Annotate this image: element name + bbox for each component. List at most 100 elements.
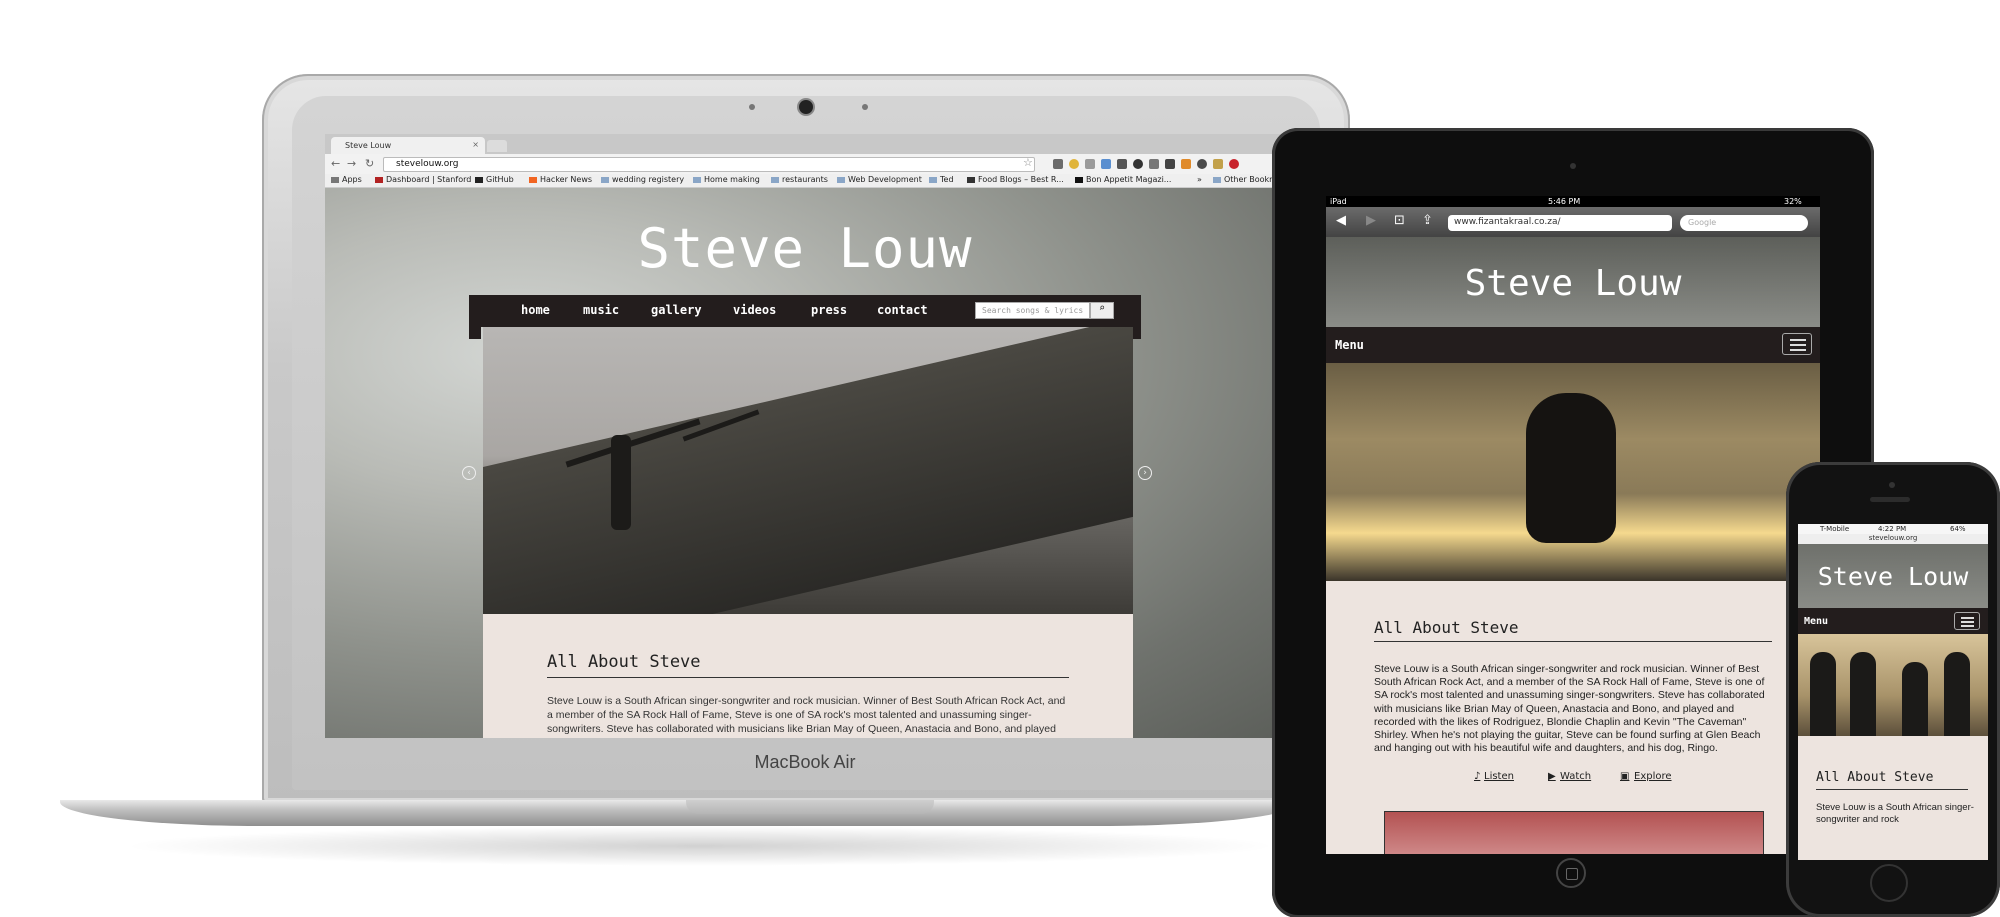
- bookmarks-overflow[interactable]: »: [1197, 175, 1202, 184]
- laptop-camera: [799, 100, 813, 114]
- nav-gallery[interactable]: gallery: [651, 303, 702, 317]
- tablet-screen: iPad 5:46 PM 32% ◀ ▶ ⊡ ⇪ www.fizantakraa…: [1326, 196, 1820, 854]
- heading-divider: [547, 677, 1069, 678]
- forward-icon[interactable]: →: [347, 157, 356, 170]
- watch-link[interactable]: Watch: [1560, 771, 1591, 782]
- menu-label[interactable]: Menu: [1804, 616, 1828, 627]
- bookmark-item[interactable]: Hacker News: [529, 175, 592, 184]
- extension-icon[interactable]: [1213, 159, 1223, 169]
- laptop-base: [60, 800, 1300, 826]
- band-member-silhouette: [1850, 652, 1876, 736]
- laptop-sensor: [749, 104, 755, 110]
- phone-home-button[interactable]: [1870, 864, 1908, 902]
- site-menubar: Menu: [1326, 327, 1820, 363]
- about-heading: All About Steve: [547, 652, 701, 672]
- tablet-camera: [1570, 163, 1576, 169]
- pinterest-icon[interactable]: [1229, 159, 1239, 169]
- share-icon[interactable]: ⇪: [1422, 213, 1433, 228]
- device-name: iPad: [1330, 197, 1347, 206]
- about-text: Steve Louw is a South African singer-son…: [1374, 663, 1765, 755]
- nav-contact[interactable]: contact: [877, 303, 928, 317]
- browser-tab-strip: Steve Louw ×: [325, 134, 1285, 154]
- heading-divider: [1374, 641, 1772, 642]
- search-icon[interactable]: [1197, 159, 1207, 169]
- carousel-prev-icon[interactable]: ‹: [462, 466, 476, 480]
- menu-label[interactable]: Menu: [1335, 338, 1364, 352]
- site-menubar: Menu: [1798, 608, 1988, 634]
- about-section: All About Steve Steve Louw is a South Af…: [1326, 581, 1820, 854]
- tablet-status-bar: iPad 5:46 PM 32%: [1326, 196, 1820, 207]
- phone-status-bar: T-Mobile 4:22 PM 64%: [1798, 524, 1988, 534]
- new-tab-button[interactable]: [487, 140, 507, 152]
- listen-link[interactable]: Listen: [1484, 771, 1514, 782]
- forward-icon[interactable]: ▶: [1366, 213, 1376, 228]
- bookmark-item[interactable]: GitHub: [475, 175, 514, 184]
- battery-level: 64%: [1950, 525, 1966, 533]
- extension-icon[interactable]: [1085, 159, 1095, 169]
- figure-silhouette: [611, 435, 631, 530]
- bookmark-item[interactable]: Web Development: [837, 175, 922, 184]
- about-section: All About Steve Steve Louw is a South Af…: [483, 614, 1133, 738]
- browser-tab[interactable]: Steve Louw ×: [331, 137, 485, 154]
- site-header: Steve Louw: [1798, 544, 1988, 608]
- figure-silhouette: [1526, 393, 1616, 543]
- bookmark-item[interactable]: Bon Appetit Magazi...: [1075, 175, 1171, 184]
- phone-screen: T-Mobile 4:22 PM 64% stevelouw.org Steve…: [1798, 524, 1988, 860]
- hamburger-icon[interactable]: [1782, 333, 1812, 355]
- close-icon[interactable]: ×: [472, 140, 479, 149]
- band-member-silhouette: [1902, 662, 1928, 736]
- chrome-icon[interactable]: [1069, 159, 1079, 169]
- about-text: Steve Louw is a South African singer-son…: [1816, 802, 1974, 825]
- laptop-shadow: [120, 826, 1280, 866]
- site-title: Steve Louw: [637, 217, 973, 280]
- tablet-home-button[interactable]: [1556, 858, 1586, 888]
- search-icon[interactable]: ⌕: [1090, 302, 1114, 319]
- bookmark-item[interactable]: wedding registery: [601, 175, 684, 184]
- extension-icon[interactable]: [1181, 159, 1191, 169]
- bookmark-item[interactable]: Dashboard | Stanford: [375, 175, 471, 184]
- address-bar[interactable]: stevelouw.org: [383, 157, 1035, 172]
- back-icon[interactable]: ◀: [1336, 213, 1346, 228]
- search-input[interactable]: Google: [1680, 215, 1808, 231]
- bookmarks-bar: Apps Dashboard | Stanford GitHub Hacker …: [325, 174, 1285, 188]
- carousel-next-icon[interactable]: ›: [1138, 466, 1152, 480]
- address-bar[interactable]: www.fizantakraal.co.za/: [1448, 215, 1672, 231]
- nav-videos[interactable]: videos: [733, 303, 776, 317]
- extension-icon[interactable]: [1101, 159, 1111, 169]
- safari-toolbar: ◀ ▶ ⊡ ⇪ www.fizantakraal.co.za/ Google: [1326, 207, 1820, 237]
- site-title: Steve Louw: [1464, 263, 1682, 304]
- hamburger-icon[interactable]: [1954, 612, 1980, 630]
- site-nav: home music gallery videos press contact …: [469, 295, 1141, 327]
- about-heading: All About Steve: [1374, 618, 1519, 637]
- status-time: 4:22 PM: [1878, 525, 1907, 533]
- address-bar[interactable]: stevelouw.org: [1798, 534, 1988, 544]
- extension-icon[interactable]: [1053, 159, 1063, 169]
- heading-divider: [1816, 789, 1968, 790]
- search-input[interactable]: Search songs & lyrics: [975, 302, 1090, 319]
- hero-image: [1326, 363, 1820, 581]
- laptop-sensor: [862, 104, 868, 110]
- status-time: 5:46 PM: [1548, 197, 1581, 206]
- extension-icon[interactable]: [1165, 159, 1175, 169]
- nav-music[interactable]: music: [583, 303, 619, 317]
- extension-icon[interactable]: [1117, 159, 1127, 169]
- bookmark-item[interactable]: Food Blogs – Best R...: [967, 175, 1064, 184]
- bookmark-item[interactable]: Ted: [929, 175, 954, 184]
- about-heading: All About Steve: [1816, 770, 1934, 785]
- site-header: Steve Louw: [1326, 237, 1820, 327]
- bookmark-item[interactable]: Apps: [331, 175, 362, 184]
- explore-link[interactable]: Explore: [1634, 771, 1672, 782]
- bookmark-item[interactable]: restaurants: [771, 175, 828, 184]
- content-image: [1384, 811, 1764, 854]
- carrier-name: T-Mobile: [1820, 525, 1850, 533]
- bookmarks-icon[interactable]: ⊡: [1394, 213, 1405, 228]
- nav-home[interactable]: home: [521, 303, 550, 317]
- bookmark-item[interactable]: Home making: [693, 175, 760, 184]
- extension-icon[interactable]: [1133, 159, 1143, 169]
- reload-icon[interactable]: ↻: [365, 157, 374, 170]
- bookmark-star-icon[interactable]: ☆: [1023, 156, 1033, 169]
- nav-press[interactable]: press: [811, 303, 847, 317]
- back-icon[interactable]: ←: [331, 157, 340, 170]
- field-hill: [483, 327, 1133, 614]
- extension-icon[interactable]: [1149, 159, 1159, 169]
